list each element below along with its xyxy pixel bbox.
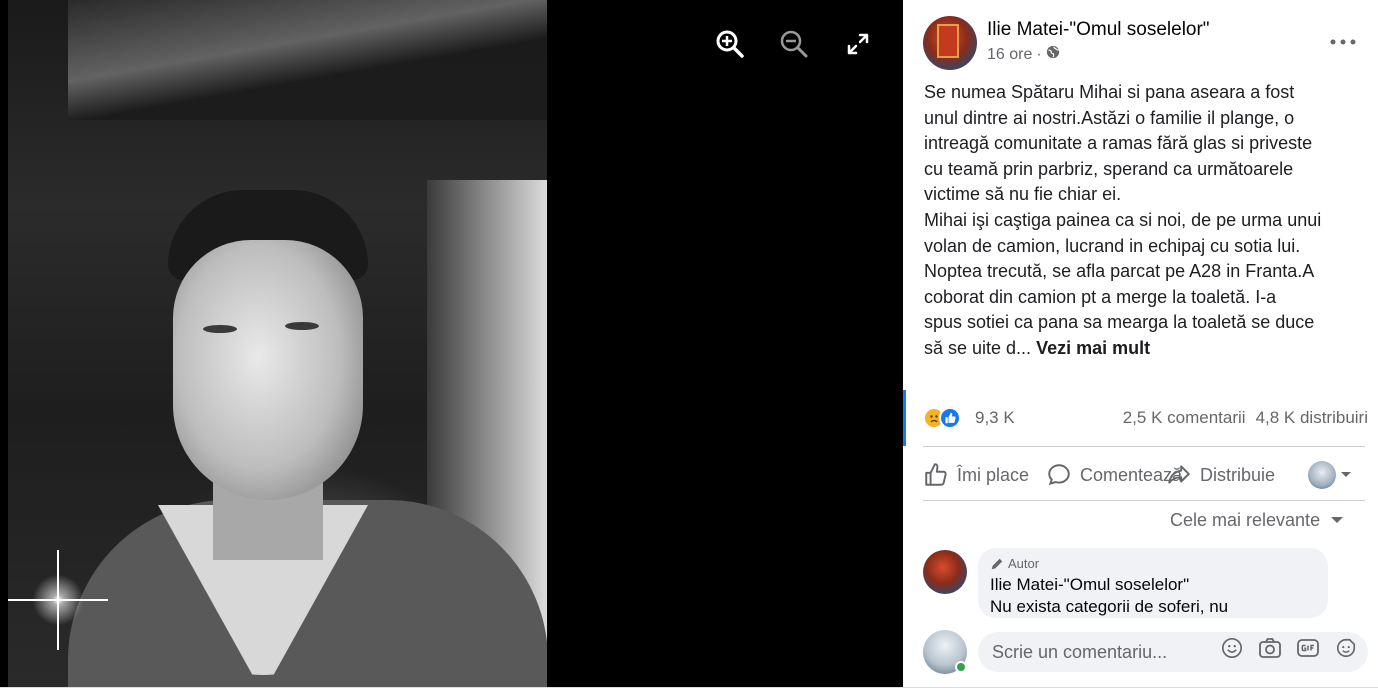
avatar-truck (937, 24, 959, 58)
post-text-line: spus sotiei ca pana sa mearga la toaletă… (924, 312, 1315, 333)
photo-face (173, 240, 363, 500)
bottom-strip (0, 687, 1378, 700)
focus-indicator (903, 390, 906, 446)
viewer-toolbar (714, 28, 874, 60)
stats-right: 2,5 K comentarii 4,8 K distribuiri (1123, 408, 1368, 428)
globe-icon[interactable] (1046, 45, 1060, 64)
post-text-line: coborat din camion pt a merge la toaletă… (924, 286, 1277, 307)
comment-sort-label: Cele mai relevante (1170, 510, 1321, 530)
camera-icon[interactable] (1258, 636, 1282, 660)
post-text-line: victime să nu fie chiar ei. (924, 184, 1122, 205)
post-text-line: Noptea trecută, se afla parcat pe A28 in… (924, 261, 1315, 282)
post-photo[interactable] (8, 0, 547, 687)
share-count[interactable]: 4,8 K distribuiri (1256, 408, 1368, 428)
author-badge: Autor (990, 556, 1316, 571)
chevron-down-icon (1341, 472, 1351, 477)
post-text-line: Se numea Spătaru Mihai si pana aseara a … (924, 82, 1295, 102)
fullscreen-icon[interactable] (842, 28, 874, 60)
comment-count[interactable]: 2,5 K comentarii (1123, 408, 1246, 428)
comment-button[interactable]: Comentează (1046, 462, 1182, 488)
post-header: Ilie Matei-"Omul soselelor" 16 ore · (923, 16, 1210, 70)
like-label: Îmi place (957, 464, 1030, 485)
comment-bubble: Autor Ilie Matei-"Omul soselelor" Nu exi… (978, 548, 1328, 618)
post-text-truncated: să se uite d... (924, 337, 1032, 358)
avatar[interactable] (923, 16, 977, 70)
comment-composer (923, 628, 1368, 676)
post-text-line: Mihai işi caştiga painea ca si noi, de p… (924, 209, 1322, 230)
post-panel: Ilie Matei-"Omul soselelor" 16 ore · Se … (903, 0, 1378, 687)
post-text-line: volan de camion, lucrand in echipaj cu s… (924, 235, 1301, 256)
divider (923, 446, 1365, 447)
share-button[interactable]: Distribuie (1166, 462, 1275, 488)
chevron-down-icon (1331, 517, 1344, 523)
post-header-text: Ilie Matei-"Omul soselelor" 16 ore · (987, 18, 1210, 64)
see-more-link[interactable]: Vezi mai mult (1036, 338, 1150, 358)
post-text: Se numea Spătaru Mihai si pana aseara a … (924, 80, 1372, 362)
audience-selector[interactable] (1308, 461, 1352, 489)
more-options-icon[interactable] (1323, 28, 1363, 56)
divider (923, 500, 1365, 501)
reaction-count[interactable]: 9,3 K (975, 408, 1015, 428)
meta-separator: · (1036, 45, 1042, 63)
zoom-in-icon[interactable] (714, 28, 746, 60)
avatar (1308, 461, 1336, 489)
comment-author[interactable]: Ilie Matei-"Omul soselelor" (990, 575, 1316, 595)
post-stats: 9,3 K 2,5 K comentarii 4,8 K distribuiri (923, 404, 1368, 432)
photo-eye (203, 325, 237, 333)
gif-icon[interactable] (1296, 636, 1320, 660)
post-text-line: intreagă comunitate a ramas fără glas si… (924, 133, 1313, 154)
post-text-line: unul dintre ai nostri.Astăzi o familie i… (924, 107, 1295, 128)
sticker-icon[interactable] (1334, 636, 1358, 660)
post-text-line: cu teamă prin parbriz, sperand ca următo… (924, 158, 1294, 179)
share-label: Distribuie (1200, 464, 1276, 485)
post-text-last-line: să se uite d... Vezi mai mult (924, 336, 1372, 362)
action-bar: Îmi place Comentează Distribuie (923, 456, 1365, 494)
reaction-icons[interactable] (923, 407, 961, 429)
post-time[interactable]: 16 ore (987, 46, 1032, 64)
composer-tools (1220, 636, 1358, 660)
thumbs-up-icon (925, 463, 947, 486)
comment-input[interactable] (992, 641, 1212, 663)
author-badge-label: Autor (1008, 556, 1040, 571)
share-icon (1168, 465, 1190, 484)
post-meta: 16 ore · (987, 45, 1210, 64)
comment-icon (1048, 464, 1070, 486)
photo-eye (285, 322, 319, 330)
like-reaction-icon (939, 407, 961, 429)
avatar[interactable] (923, 550, 967, 594)
light-flare (8, 550, 108, 650)
post-author[interactable]: Ilie Matei-"Omul soselelor" (987, 18, 1210, 42)
online-status-dot (955, 661, 967, 673)
photo-background (68, 0, 547, 120)
pencil-icon (991, 558, 1003, 569)
photo-viewer (0, 0, 903, 687)
like-button[interactable]: Îmi place (923, 462, 1029, 488)
zoom-out-icon[interactable] (778, 28, 810, 60)
comment-text: Nu exista categorii de soferi, nu (990, 597, 1229, 616)
comment-sort-dropdown[interactable]: Cele mai relevante (1170, 510, 1344, 531)
emoji-icon[interactable] (1220, 636, 1244, 660)
